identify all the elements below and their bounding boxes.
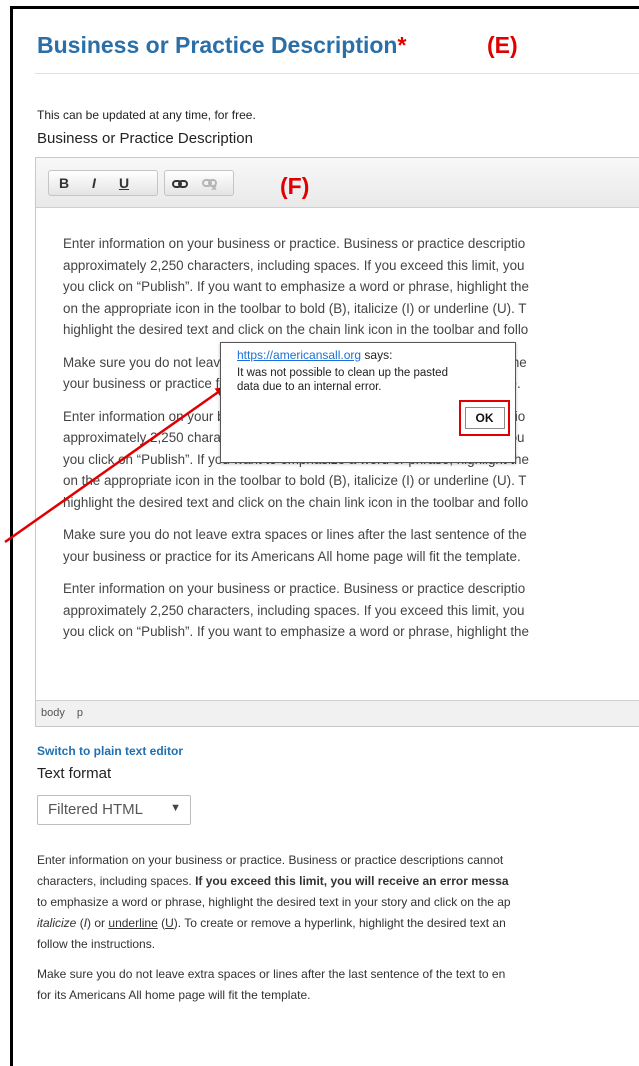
- link-icon: [172, 180, 188, 189]
- select-caret-icon: ▼: [170, 802, 181, 814]
- editor-line: on the appropriate icon in the toolbar t…: [63, 473, 527, 488]
- editor-paragraph: Enter information on your business or pr…: [63, 233, 639, 341]
- bold-button[interactable]: B: [49, 175, 79, 191]
- origin-link[interactable]: https://americansall.org: [237, 348, 361, 362]
- help-paragraph: Make sure you do not leave extra spaces …: [37, 967, 506, 1002]
- underline-button[interactable]: U: [109, 175, 139, 191]
- format-help-text: Enter information on your business or pr…: [37, 850, 639, 1015]
- update-note: This can be updated at any time, for fre…: [37, 108, 256, 122]
- path-element-p[interactable]: p: [77, 707, 83, 719]
- link-button[interactable]: [165, 175, 195, 191]
- editor-line: highlight the desired text and click on …: [63, 494, 529, 510]
- editor-paragraph: Enter information on your business or pr…: [63, 578, 639, 643]
- text-format-label: Text format: [37, 765, 112, 782]
- ok-button[interactable]: OK: [459, 400, 510, 436]
- text-format-value: Filtered HTML: [48, 801, 144, 818]
- editor-line: you click on “Publish”. If you want to e…: [63, 624, 529, 639]
- annotation-marker-f: (F): [280, 173, 310, 199]
- ok-button-label[interactable]: OK: [464, 407, 505, 429]
- switch-to-plain-text-link[interactable]: Switch to plain text editor: [37, 744, 183, 758]
- editor-toolbar: B I U (F): [36, 158, 639, 208]
- unlink-button[interactable]: [195, 175, 225, 191]
- editor-line: Make sure you do not leave extra spaces …: [63, 527, 527, 542]
- link-button-group: [164, 170, 234, 196]
- annotation-marker-e: (E): [487, 32, 518, 58]
- editor-line: on the appropriate icon in the toolbar t…: [63, 300, 527, 316]
- editor-line: Enter information on your business or pr…: [63, 581, 526, 596]
- editor-line: highlight the desired text and click on …: [63, 322, 529, 337]
- text-format-select[interactable]: Filtered HTML ▼: [37, 795, 191, 825]
- format-button-group: B I U: [48, 170, 158, 196]
- page-title: Business or Practice Description*: [37, 32, 407, 58]
- unlink-icon: [202, 179, 217, 191]
- editor-line: approximately 2,250 characters, includin…: [63, 602, 525, 618]
- editor-line: approximately 2,250 characters, includin…: [63, 257, 525, 273]
- dialog-message: It was not possible to clean up the past…: [237, 367, 448, 393]
- title-divider: [35, 73, 639, 74]
- required-mark: *: [397, 32, 407, 58]
- editor-line: Enter information on your business or pr…: [63, 236, 526, 251]
- italic-button[interactable]: I: [79, 175, 109, 191]
- editor-paragraph: Make sure you do not leave extra spaces …: [63, 524, 639, 567]
- alert-dialog: https://americansall.org says: It was no…: [220, 342, 516, 463]
- editor-path-bar: body p: [36, 700, 639, 726]
- path-element-body[interactable]: body: [41, 707, 65, 719]
- description-field-label: Business or Practice Description: [37, 130, 253, 147]
- editor-line: you click on “Publish”. If you want to e…: [63, 279, 529, 294]
- dialog-origin: https://americansall.org says:: [237, 348, 393, 362]
- help-paragraph: Enter information on your business or pr…: [37, 853, 511, 951]
- editor-line: your business or practice for its Americ…: [63, 548, 521, 564]
